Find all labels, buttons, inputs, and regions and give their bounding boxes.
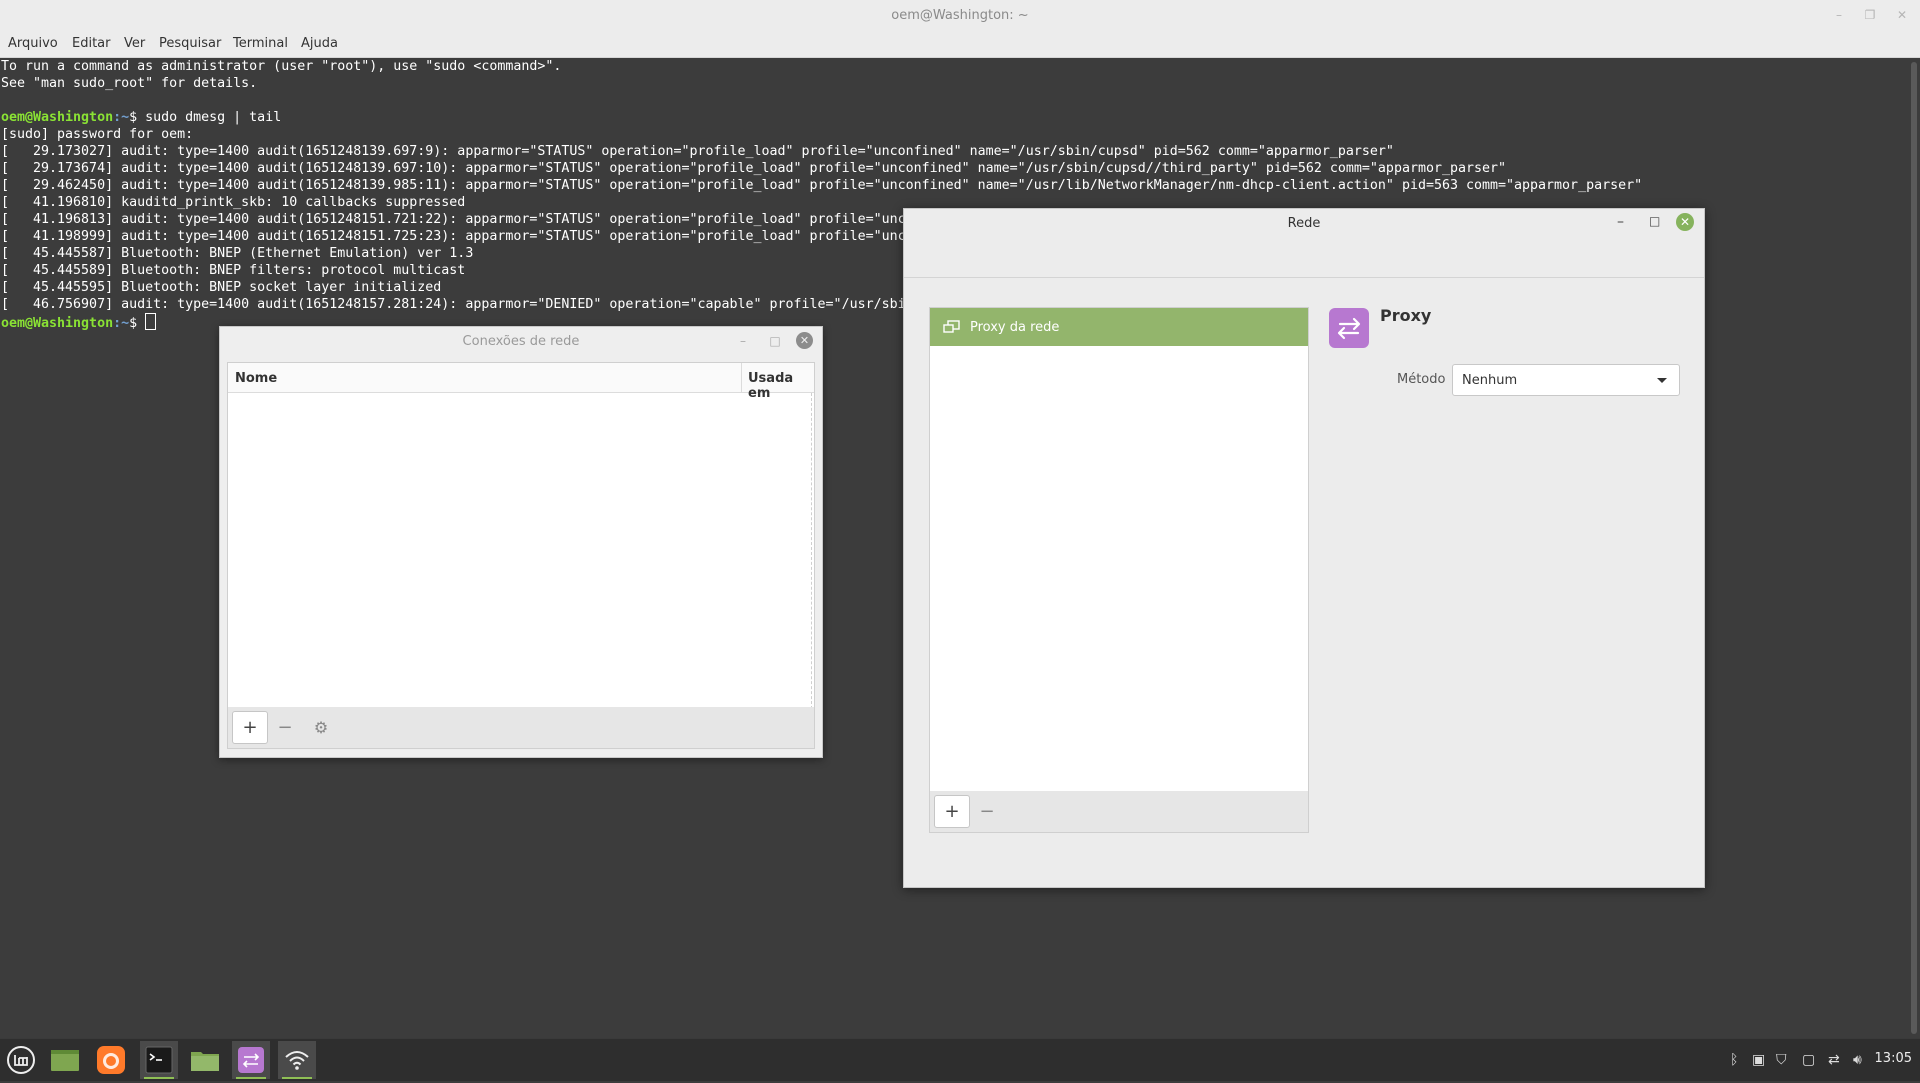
terminal-line: [sudo] password for oem: [1, 127, 194, 142]
network-proxy-icon[interactable] [232, 1041, 270, 1079]
remove-device-button[interactable]: − [970, 796, 1004, 827]
active-indicator [282, 1077, 312, 1079]
network-icon[interactable] [278, 1041, 316, 1079]
terminal-prompt-line: oem@Washington:~$ sudo dmesg | tail [1, 109, 1642, 126]
terminal-menubar: Arquivo Editar Ver Pesquisar Terminal Aj… [0, 30, 1920, 58]
menu-editar[interactable]: Editar [72, 36, 111, 51]
terminal-cursor [145, 313, 157, 330]
active-indicator [144, 1077, 174, 1079]
prompt-symbol: $ [129, 110, 146, 125]
maximize-icon[interactable]: □ [766, 332, 784, 350]
taskbar: ᛒ ▣ ⛉ ▢ ⇄ 🔊︎ 13:05 [0, 1038, 1920, 1081]
clipboard-icon[interactable]: ▣ [1752, 1052, 1765, 1068]
network-settings-window: Rede – □ ✕ Proxy da rede + − Proxy Métod… [903, 208, 1705, 888]
terminal-line: [ 29.173674] audit: type=1400 audit(1651… [1, 161, 1507, 176]
prompt-user-host: oem@Washington [1, 110, 114, 125]
method-label: Método [1397, 372, 1446, 387]
files-icon[interactable] [186, 1041, 224, 1079]
terminal-title: oem@Washington: ~ [891, 8, 1029, 23]
column-header-name[interactable]: Nome [235, 371, 277, 386]
terminal-line: To run a command as administrator (user … [1, 59, 562, 74]
prompt-path: :~ [113, 110, 130, 125]
add-connection-button[interactable]: + [232, 711, 268, 744]
connections-list-header: Nome Usada em [228, 363, 814, 401]
scrollbar-thumb[interactable] [1911, 62, 1917, 1034]
show-desktop-icon[interactable] [46, 1041, 84, 1079]
column-header-used[interactable]: Usada em [748, 371, 814, 401]
proxy-heading: Proxy [1380, 306, 1432, 325]
network-settings-titlebar[interactable]: Rede – □ ✕ [904, 209, 1704, 278]
add-device-button[interactable]: + [934, 795, 970, 828]
list-item-label: Proxy da rede [970, 320, 1060, 335]
maximize-icon[interactable]: □ [1649, 214, 1660, 228]
method-dropdown[interactable]: Nenhum [1452, 364, 1680, 396]
maximize-icon[interactable]: ❐ [1861, 6, 1879, 24]
network-devices-toolbar: + − [929, 791, 1309, 833]
network-proxy-icon [1329, 308, 1369, 348]
connections-list[interactable]: Nome Usada em [227, 362, 815, 712]
close-icon[interactable]: ✕ [1676, 213, 1694, 231]
method-dropdown-value: Nenhum [1462, 373, 1518, 388]
close-icon[interactable]: ✕ [1893, 6, 1911, 24]
clock[interactable]: 13:05 [1875, 1051, 1912, 1066]
network-settings-title: Rede [1287, 216, 1321, 231]
menu-arquivo[interactable]: Arquivo [8, 36, 58, 51]
terminal-scrollbar[interactable] [1908, 58, 1920, 1038]
menu-pesquisar[interactable]: Pesquisar [159, 36, 221, 51]
chevron-down-icon [1657, 378, 1667, 383]
prompt-path: :~ [113, 316, 130, 331]
terminal-titlebar[interactable]: oem@Washington: ~ – ❐ ✕ [0, 0, 1920, 30]
minimize-icon[interactable]: – [1830, 6, 1848, 24]
volume-icon[interactable]: 🔊︎ [1853, 1052, 1862, 1068]
terminal-line: [ 29.462450] audit: type=1400 audit(1651… [1, 178, 1643, 193]
menu-ver[interactable]: Ver [124, 36, 145, 51]
prompt-user-host: oem@Washington [1, 316, 114, 331]
close-icon[interactable]: ✕ [796, 332, 813, 349]
terminal-line: See "man sudo_root" for details. [1, 76, 258, 91]
bluetooth-icon[interactable]: ᛒ [1730, 1052, 1738, 1068]
network-connections-title: Conexões de rede [462, 334, 580, 349]
minimize-icon[interactable]: – [1617, 214, 1624, 230]
terminal-icon[interactable] [140, 1041, 178, 1079]
menu-ajuda[interactable]: Ajuda [301, 36, 338, 51]
remove-connection-button[interactable]: − [268, 712, 302, 743]
removable-drive-icon[interactable]: ▢ [1802, 1052, 1815, 1068]
list-item-network-proxy[interactable]: Proxy da rede [930, 308, 1308, 346]
active-indicator [236, 1077, 266, 1079]
minimize-icon[interactable]: – [734, 332, 752, 350]
network-devices-list[interactable]: Proxy da rede [929, 307, 1309, 793]
network-connections-window: Conexões de rede – □ ✕ Nome Usada em + −… [219, 326, 823, 758]
shield-icon[interactable]: ⛉ [1776, 1052, 1787, 1068]
firefox-icon[interactable] [92, 1041, 130, 1079]
edit-connection-button[interactable]: ⚙ [304, 712, 338, 743]
connections-toolbar: + − ⚙ [227, 707, 815, 749]
column-divider-line [811, 393, 812, 709]
mint-menu-icon[interactable] [2, 1041, 40, 1079]
prompt-symbol: $ [129, 316, 146, 331]
network-proxy-icon [943, 320, 960, 333]
network-status-icon[interactable]: ⇄ [1828, 1052, 1840, 1068]
column-divider[interactable] [741, 363, 742, 392]
terminal-line: [ 29.173027] audit: type=1400 audit(1651… [1, 144, 1394, 159]
prompt-command: sudo dmesg | tail [145, 110, 282, 125]
network-connections-titlebar[interactable]: Conexões de rede – □ ✕ [220, 327, 822, 355]
menu-terminal[interactable]: Terminal [233, 36, 288, 51]
